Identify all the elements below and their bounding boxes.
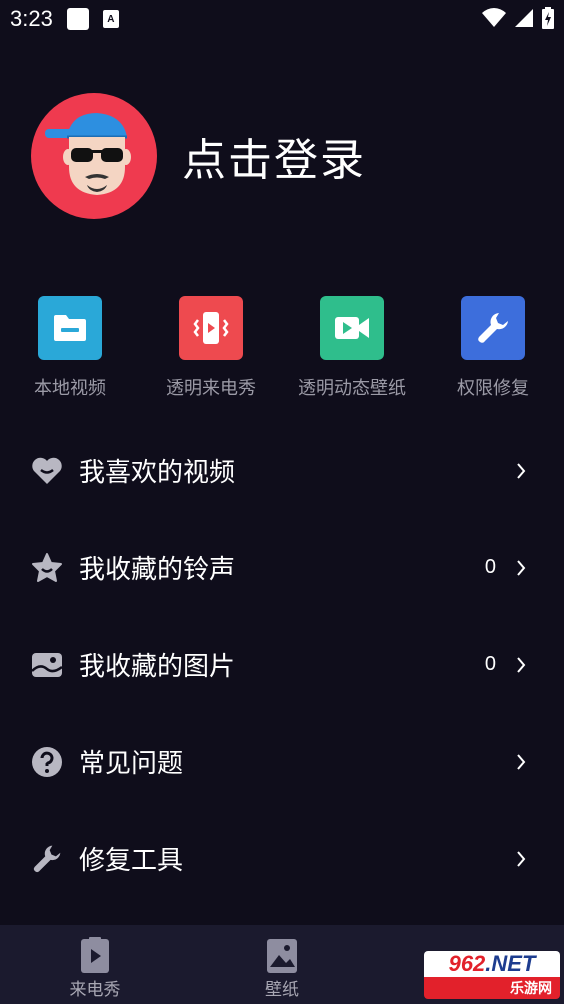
watermark-suffix: .NET — [485, 951, 536, 976]
heart-icon — [30, 454, 64, 488]
notification-square-icon — [66, 8, 89, 30]
chevron-right-icon — [514, 752, 528, 772]
watermark-digits: 962 — [448, 951, 486, 976]
nav-tab-wallpaper[interactable]: 壁纸 — [222, 925, 342, 1004]
action-transparent-live-wallpaper[interactable]: 透明动态壁纸 — [282, 296, 422, 400]
profile-header[interactable]: 点击登录 — [31, 93, 366, 219]
menu-item-favorite-ringtones[interactable]: 我收藏的铃声 0 — [0, 519, 564, 616]
login-link[interactable]: 点击登录 — [182, 124, 366, 188]
wrench-icon — [461, 296, 525, 360]
action-label: 本地视频 — [34, 378, 106, 399]
action-label: 透明动态壁纸 — [298, 378, 406, 399]
menu-label: 修复工具 — [79, 846, 184, 876]
video-camera-icon — [320, 296, 384, 360]
chevron-right-icon — [514, 655, 528, 675]
avatar[interactable] — [31, 93, 157, 219]
action-permission-repair[interactable]: 权限修复 — [423, 296, 563, 400]
menu-item-repair-tools[interactable]: 修复工具 — [0, 810, 564, 907]
status-bar: 3:23 A — [0, 0, 564, 38]
quick-actions: 本地视频 透明来电秀 透明动态壁纸 权限修复 — [0, 296, 564, 406]
status-time: 3:23 — [10, 6, 53, 31]
menu-count: 0 — [484, 653, 496, 675]
watermark-top: 962 .NET — [424, 951, 560, 977]
action-transparent-call-show[interactable]: 透明来电秀 — [141, 296, 281, 400]
signal-icon — [515, 9, 533, 27]
menu-label: 我收藏的图片 — [79, 652, 236, 682]
site-watermark: 962 .NET 乐游网 — [424, 951, 560, 999]
menu-label: 我收藏的铃声 — [79, 555, 236, 585]
vibrate-phone-icon — [179, 296, 243, 360]
play-phone-icon — [79, 937, 111, 973]
question-icon — [30, 745, 64, 779]
watermark-bottom: 乐游网 — [424, 977, 560, 999]
action-label: 透明来电秀 — [166, 378, 256, 399]
wrench-icon — [30, 842, 64, 876]
action-label: 权限修复 — [457, 378, 529, 399]
folder-icon — [38, 296, 102, 360]
avatar-face-icon — [45, 113, 131, 195]
wifi-icon — [482, 8, 506, 27]
menu-list: 我喜欢的视频 我收藏的铃声 0 我收藏的图片 0 常见问题 修复工具 — [0, 422, 564, 907]
nav-tab-call-show[interactable]: 来电秀 — [35, 925, 155, 1004]
menu-item-faq[interactable]: 常见问题 — [0, 713, 564, 810]
chevron-right-icon — [514, 849, 528, 869]
image-icon — [30, 648, 64, 682]
chevron-right-icon — [514, 558, 528, 578]
menu-item-liked-videos[interactable]: 我喜欢的视频 — [0, 422, 564, 519]
menu-label: 常见问题 — [79, 749, 184, 779]
menu-label: 我喜欢的视频 — [79, 458, 236, 488]
action-local-video[interactable]: 本地视频 — [0, 296, 140, 400]
chevron-right-icon — [514, 461, 528, 481]
battery-icon — [542, 7, 554, 29]
status-icons — [482, 7, 554, 29]
menu-count: 0 — [484, 556, 496, 578]
notification-a-icon: A — [102, 10, 119, 28]
nav-label: 来电秀 — [69, 980, 121, 1000]
nav-label: 壁纸 — [265, 980, 299, 1000]
picture-icon — [266, 937, 298, 973]
menu-item-favorite-images[interactable]: 我收藏的图片 0 — [0, 616, 564, 713]
star-icon — [30, 551, 64, 585]
